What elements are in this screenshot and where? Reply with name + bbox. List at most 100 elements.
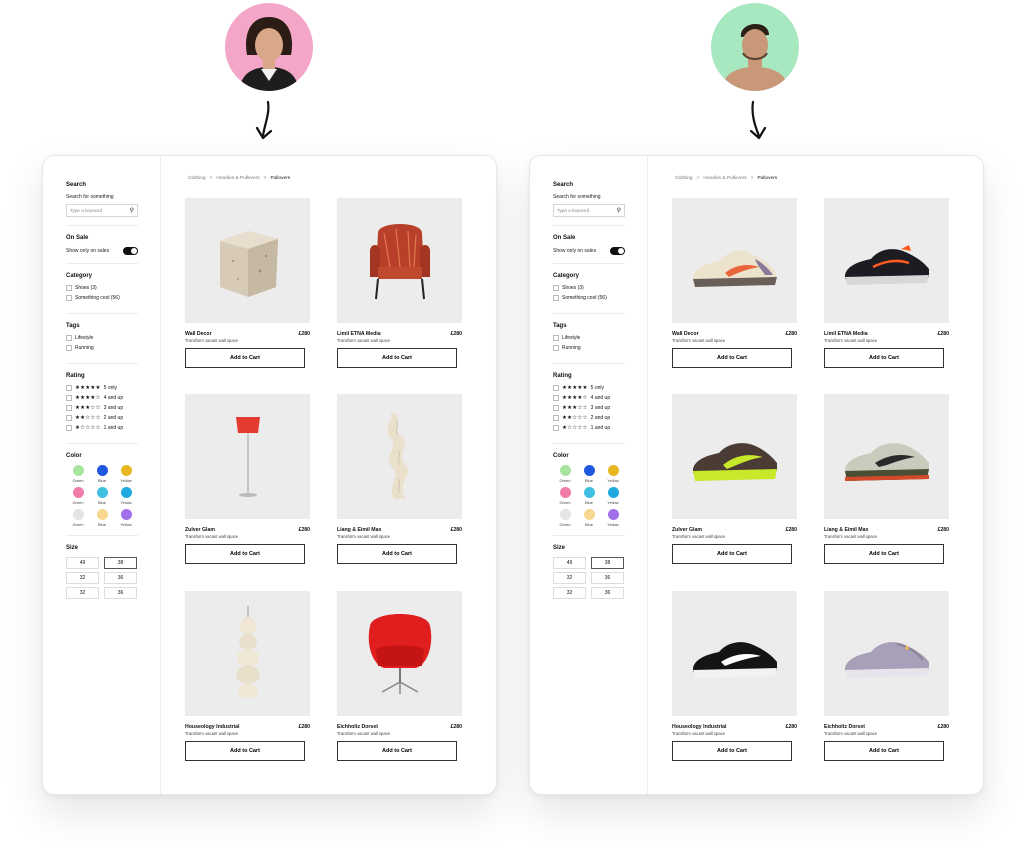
color-dot[interactable] <box>583 487 595 498</box>
size-option[interactable]: 32 <box>66 572 99 584</box>
rating-checkbox[interactable]: ★☆☆☆☆ 1 and up <box>66 425 138 431</box>
color-swatch[interactable]: Yellow <box>114 509 138 527</box>
product-name[interactable]: Limil ETNA Media <box>337 331 390 337</box>
color-swatch[interactable]: Yellow <box>601 509 625 527</box>
product-card[interactable]: Limil ETNA Media Transform vacant wall s… <box>824 198 949 368</box>
product-image[interactable] <box>185 591 310 716</box>
search-input[interactable]: Type a keyword ⚲ <box>66 204 138 217</box>
color-dot[interactable] <box>607 509 619 520</box>
color-dot[interactable] <box>120 487 132 498</box>
category-checkbox[interactable]: Something cool (56) <box>553 295 625 301</box>
product-card[interactable]: Zulver Glam Transform vacant wall space … <box>185 394 310 564</box>
color-dot[interactable] <box>96 465 108 476</box>
size-option[interactable]: 36 <box>104 572 137 584</box>
product-card[interactable]: Eichholtz Dorset Transform vacant wall s… <box>337 591 462 761</box>
add-to-cart-button[interactable]: Add to Cart <box>185 544 305 564</box>
color-swatch[interactable]: Yellow <box>114 487 138 505</box>
product-name[interactable]: Zulver Glam <box>185 527 238 533</box>
color-dot[interactable] <box>583 509 595 520</box>
add-to-cart-button[interactable]: Add to Cart <box>824 544 944 564</box>
product-image[interactable] <box>337 394 462 519</box>
rating-checkbox[interactable]: ★★☆☆☆ 2 and up <box>553 415 625 421</box>
color-dot[interactable] <box>607 465 619 476</box>
product-name[interactable]: Houseology Industrial <box>672 724 726 730</box>
size-option[interactable]: 49 <box>553 557 586 569</box>
color-dot[interactable] <box>96 509 108 520</box>
product-name[interactable]: Wall Decor <box>185 331 238 337</box>
color-dot[interactable] <box>559 465 571 476</box>
size-option-selected[interactable]: 38 <box>104 557 137 569</box>
product-name[interactable]: Eichholtz Dorset <box>824 724 877 730</box>
product-name[interactable]: Liang & Eimil Max <box>337 527 390 533</box>
add-to-cart-button[interactable]: Add to Cart <box>672 348 792 368</box>
color-dot[interactable] <box>72 487 84 498</box>
product-name[interactable]: Zulver Glam <box>672 527 725 533</box>
color-swatch[interactable]: Green <box>553 487 577 505</box>
color-swatch[interactable]: Yellow <box>601 487 625 505</box>
product-card[interactable]: Eichholtz Dorset Transform vacant wall s… <box>824 591 949 761</box>
rating-checkbox[interactable]: ★☆☆☆☆ 1 and up <box>553 425 625 431</box>
product-card[interactable]: Houseology Industrial Transform vacant w… <box>672 591 797 761</box>
color-swatch[interactable]: Blue <box>577 465 601 483</box>
color-swatch[interactable]: Blue <box>90 509 114 527</box>
size-option[interactable]: 49 <box>66 557 99 569</box>
color-swatch[interactable]: Blue <box>90 487 114 505</box>
add-to-cart-button[interactable]: Add to Cart <box>185 741 305 761</box>
color-swatch[interactable]: Blue <box>90 465 114 483</box>
add-to-cart-button[interactable]: Add to Cart <box>824 348 944 368</box>
product-image[interactable] <box>185 394 310 519</box>
product-image[interactable] <box>672 198 797 323</box>
color-swatch[interactable]: Green <box>66 509 90 527</box>
color-swatch[interactable]: Green <box>66 487 90 505</box>
color-swatch[interactable]: Green <box>66 465 90 483</box>
size-option[interactable]: 36 <box>104 587 137 599</box>
color-dot[interactable] <box>120 465 132 476</box>
color-dot[interactable] <box>559 509 571 520</box>
product-name[interactable]: Wall Decor <box>672 331 725 337</box>
color-dot[interactable] <box>72 509 84 520</box>
tag-checkbox[interactable]: Running <box>66 345 138 351</box>
product-image[interactable] <box>672 591 797 716</box>
breadcrumb-link[interactable]: Hoodies & Pullovers <box>703 176 746 181</box>
add-to-cart-button[interactable]: Add to Cart <box>337 741 457 761</box>
size-option-selected[interactable]: 38 <box>591 557 624 569</box>
color-swatch[interactable]: Green <box>553 465 577 483</box>
category-checkbox[interactable]: Shoes (3) <box>553 285 625 291</box>
search-icon[interactable]: ⚲ <box>617 207 621 214</box>
breadcrumb-link[interactable]: Hoodies & Pullovers <box>216 176 259 181</box>
add-to-cart-button[interactable]: Add to Cart <box>185 348 305 368</box>
product-card[interactable]: Zulver Glam Transform vacant wall space … <box>672 394 797 564</box>
add-to-cart-button[interactable]: Add to Cart <box>672 544 792 564</box>
rating-checkbox[interactable]: ★★★★★ 5 only <box>553 385 625 391</box>
rating-checkbox[interactable]: ★★★☆☆ 3 and up <box>553 405 625 411</box>
rating-checkbox[interactable]: ★★★★☆ 4 and up <box>553 395 625 401</box>
product-card[interactable]: Houseology Industrial Transform vacant w… <box>185 591 310 761</box>
search-icon[interactable]: ⚲ <box>130 207 134 214</box>
product-card[interactable]: Liang & Eimil Max Transform vacant wall … <box>337 394 462 564</box>
product-image[interactable] <box>824 591 949 716</box>
add-to-cart-button[interactable]: Add to Cart <box>337 348 457 368</box>
product-image[interactable] <box>672 394 797 519</box>
product-image[interactable] <box>185 198 310 323</box>
product-image[interactable] <box>824 394 949 519</box>
color-dot[interactable] <box>120 509 132 520</box>
add-to-cart-button[interactable]: Add to Cart <box>824 741 944 761</box>
rating-checkbox[interactable]: ★★☆☆☆ 2 and up <box>66 415 138 421</box>
product-card[interactable]: Liang & Eimil Max Transform vacant wall … <box>824 394 949 564</box>
color-dot[interactable] <box>583 465 595 476</box>
rating-checkbox[interactable]: ★★★★☆ 4 and up <box>66 395 138 401</box>
product-card[interactable]: Wall Decor Transform vacant wall space £… <box>185 198 310 368</box>
color-dot[interactable] <box>96 487 108 498</box>
sale-toggle[interactable] <box>610 247 625 255</box>
category-checkbox[interactable]: Something cool (56) <box>66 295 138 301</box>
product-image[interactable] <box>337 591 462 716</box>
tag-checkbox[interactable]: Running <box>553 345 625 351</box>
rating-checkbox[interactable]: ★★★☆☆ 3 and up <box>66 405 138 411</box>
breadcrumb-link[interactable]: Clothing <box>675 176 693 181</box>
size-option[interactable]: 32 <box>553 587 586 599</box>
search-input[interactable]: Type a keyword ⚲ <box>553 204 625 217</box>
color-dot[interactable] <box>607 487 619 498</box>
size-option[interactable]: 36 <box>591 572 624 584</box>
color-swatch[interactable]: Blue <box>577 509 601 527</box>
add-to-cart-button[interactable]: Add to Cart <box>337 544 457 564</box>
